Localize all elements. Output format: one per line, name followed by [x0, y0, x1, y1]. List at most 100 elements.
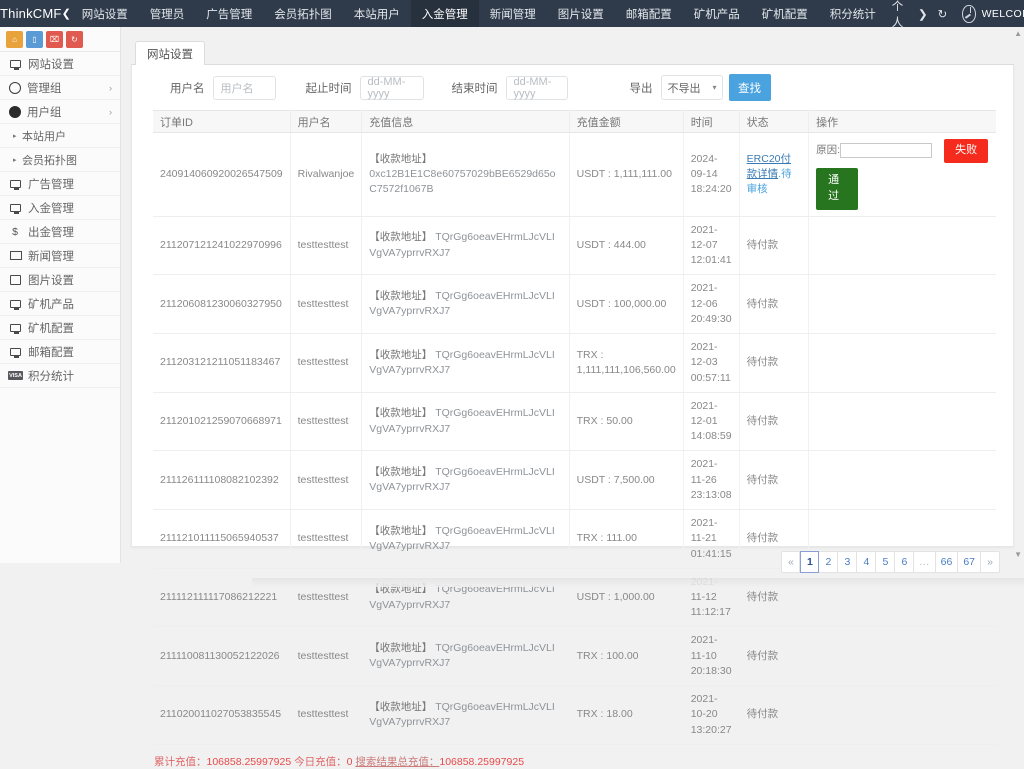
approve-button[interactable]: 通过 — [816, 168, 858, 210]
table-row: 211206081230060327950testtesttest【收款地址】 … — [153, 275, 996, 334]
username-input[interactable]: 用户名 — [213, 76, 276, 100]
topnav-item-3[interactable]: 会员拓扑图 — [263, 0, 343, 27]
pagination-page-2[interactable]: 2 — [819, 551, 838, 573]
sidebar-item-10[interactable]: 矿机产品 — [0, 292, 120, 316]
sidebar-menu: 网站设置管理组›用户组›▸本站用户▸会员拓扑图广告管理入金管理$出金管理新闻管理… — [0, 52, 120, 388]
sidebar-item-8[interactable]: 新闻管理 — [0, 244, 120, 268]
cell-time: 2021-11-1020:18:30 — [683, 627, 739, 686]
topnav-item-2[interactable]: 广告管理 — [195, 0, 263, 27]
reason-input[interactable] — [840, 143, 932, 158]
refresh-icon[interactable]: ↻ — [933, 7, 953, 21]
scroll-up-caret-icon[interactable]: ▲ — [1014, 29, 1022, 38]
cell-date: 2021-12-06 — [691, 282, 718, 309]
topnav-item-0[interactable]: 网站设置 — [71, 0, 139, 27]
caret-right-icon: ▸ — [13, 132, 17, 140]
pagination-ellipsis[interactable]: ... — [914, 551, 935, 573]
topnav-item-11[interactable]: 积分统计 — [819, 0, 887, 27]
column-header-6: 操作 — [809, 111, 996, 133]
topnav-personal[interactable]: 个人 — [887, 0, 913, 30]
topnav-item-5[interactable]: 入金管理 — [411, 0, 479, 27]
topnav-item-4[interactable]: 本站用户 — [343, 0, 411, 27]
top-nav-right-group: 个人 ❯ ↻ WELCOME_USER ▾ — [887, 0, 1024, 27]
topnav-item-6[interactable]: 新闻管理 — [479, 0, 547, 27]
sidebar-item-label: 广告管理 — [28, 176, 74, 192]
sidebar-item-6[interactable]: 入金管理 — [0, 196, 120, 220]
cell-date: 2021-11-21 — [691, 517, 718, 544]
sidebar-item-label: 积分统计 — [28, 368, 74, 384]
sidebar-item-2[interactable]: 用户组› — [0, 100, 120, 124]
scroll-down-caret-icon[interactable]: ▼ — [1014, 550, 1022, 559]
pagination-page-66[interactable]: 66 — [936, 551, 959, 573]
cell-date: 2021-12-03 — [691, 341, 718, 368]
home-icon[interactable]: ⌂ — [6, 31, 23, 48]
trash-icon[interactable]: ⌧ — [46, 31, 63, 48]
cell-clock: 11:12:17 — [691, 606, 731, 618]
search-total-label: 搜索结果总充值： — [355, 756, 439, 768]
pagination-prev[interactable]: « — [781, 551, 800, 573]
pagination-page-6[interactable]: 6 — [895, 551, 914, 573]
cell-time: 2021-12-0712:01:41 — [683, 216, 739, 275]
sidebar-item-4[interactable]: ▸会员拓扑图 — [0, 148, 120, 172]
sidebar-item-13[interactable]: VISA 积分统计 — [0, 364, 120, 388]
cell-order-id: 211201021259070668971 — [153, 392, 290, 451]
refresh-icon[interactable]: ↻ — [66, 31, 83, 48]
table-row: 240914060920026547509Rivalwanjoe【收款地址】0x… — [153, 133, 996, 217]
user-menu-label[interactable]: WELCOME_USER — [982, 8, 1024, 20]
topnav-item-8[interactable]: 邮箱配置 — [615, 0, 683, 27]
pagination: «123456...6667» — [121, 551, 1024, 573]
sidebar-item-9[interactable]: 图片设置 — [0, 268, 120, 292]
cell-username: testtesttest — [290, 392, 362, 451]
end-date-input[interactable]: dd-MM-yyyy — [506, 76, 568, 100]
cell-deposit-info: 【收款地址】 TQrGg6oeavEHrmLJcVLIVgVA7yprrvRXJ… — [362, 627, 569, 686]
cell-date: 2024-09-14 — [691, 153, 718, 180]
sidebar-item-12[interactable]: 邮箱配置 — [0, 340, 120, 364]
cell-time: 2021-11-2623:13:08 — [683, 451, 739, 510]
sidebar-item-1[interactable]: 管理组› — [0, 76, 120, 100]
sidebar-item-11[interactable]: 矿机配置 — [0, 316, 120, 340]
pagination-page-67[interactable]: 67 — [958, 551, 981, 573]
chevron-right-icon[interactable]: ❯ — [913, 7, 933, 21]
cell-time: 2021-10-2013:20:27 — [683, 686, 739, 745]
cell-amount: USDT : 7,500.00 — [569, 451, 683, 510]
search-button[interactable]: 查找 — [729, 74, 771, 101]
status-text: 待付款 — [747, 356, 779, 368]
pagination-page-3[interactable]: 3 — [838, 551, 857, 573]
reject-button[interactable]: 失败 — [944, 139, 988, 163]
pagination-page-1[interactable]: 1 — [800, 551, 819, 573]
sidebar-item-7[interactable]: $出金管理 — [0, 220, 120, 244]
column-header-0: 订单ID — [153, 111, 290, 133]
start-date-input[interactable]: dd-MM-yyyy — [360, 76, 424, 100]
file-icon[interactable]: ▯ — [26, 31, 43, 48]
sidebar-item-label: 邮箱配置 — [28, 344, 74, 360]
cell-status: 待付款 — [739, 334, 809, 393]
sidebar-item-3[interactable]: ▸本站用户 — [0, 124, 120, 148]
sidebar-item-0[interactable]: 网站设置 — [0, 52, 120, 76]
cell-actions — [809, 334, 996, 393]
topnav-item-1[interactable]: 管理员 — [139, 0, 196, 27]
cell-amount: USDT : 1,111,111.00 — [569, 133, 683, 217]
sidebar-item-label: 矿机产品 — [28, 296, 74, 312]
cell-time: 2021-12-0620:49:30 — [683, 275, 739, 334]
sidebar-collapse-toggle[interactable]: ❮ — [62, 0, 71, 27]
topnav-item-9[interactable]: 矿机产品 — [683, 0, 751, 27]
export-select[interactable]: 不导出 ▾ — [661, 75, 723, 100]
pagination-page-5[interactable]: 5 — [876, 551, 895, 573]
table-row: 211203121211051183467testtesttest【收款地址】 … — [153, 334, 996, 393]
cell-actions — [809, 686, 996, 745]
pagination-next[interactable]: » — [981, 551, 1000, 573]
user-avatar-icon[interactable] — [962, 5, 975, 23]
topnav-item-7[interactable]: 图片设置 — [547, 0, 615, 27]
end-date-label: 结束时间 — [452, 80, 498, 96]
cell-amount: TRX : 50.00 — [569, 392, 683, 451]
brand-logo[interactable]: ThinkCMF — [0, 0, 62, 27]
cell-status: 待付款 — [739, 216, 809, 275]
sidebar-item-5[interactable]: 广告管理 — [0, 172, 120, 196]
username-filter-label: 用户名 — [170, 80, 205, 96]
chevron-left-icon: ❮ — [62, 7, 71, 20]
visa-icon: VISA — [8, 371, 23, 380]
topnav-item-10[interactable]: 矿机配置 — [751, 0, 819, 27]
address-tag: 【收款地址】 — [369, 525, 432, 537]
pagination-page-4[interactable]: 4 — [857, 551, 876, 573]
cell-status: 待付款 — [739, 686, 809, 745]
tab-site-settings[interactable]: 网站设置 — [135, 41, 205, 66]
